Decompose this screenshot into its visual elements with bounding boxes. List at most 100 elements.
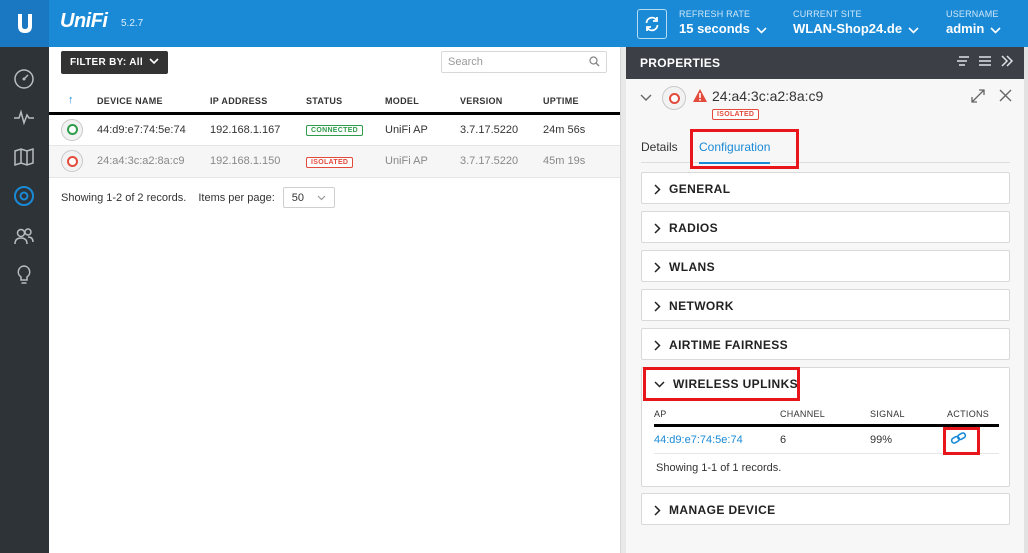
device-uptime: 24m 56s [543, 113, 620, 146]
tab-details[interactable]: Details [641, 140, 678, 154]
properties-title: PROPERTIES [640, 56, 721, 70]
devices-icon[interactable] [12, 184, 36, 208]
app-version: 5.2.7 [121, 18, 144, 29]
col-actions: ACTIONS [947, 405, 999, 427]
refresh-button[interactable] [637, 9, 667, 39]
chevron-down-icon [654, 380, 665, 388]
list-view-icon[interactable] [978, 55, 992, 70]
device-list-panel: FILTER BY: All ↑ DEVICE NAME IP ADDRESS … [49, 47, 620, 553]
clients-icon[interactable] [12, 224, 36, 248]
device-table: ↑ DEVICE NAME IP ADDRESS STATUS MODEL VE… [49, 80, 620, 178]
expand-icon[interactable] [971, 89, 985, 106]
statistics-icon[interactable] [12, 105, 36, 129]
section-network[interactable]: NETWORK [641, 289, 1010, 321]
section-label: RADIOS [669, 221, 719, 235]
collapse-panel-icon[interactable] [1000, 55, 1014, 70]
properties-tabs: Details Configuration [641, 133, 1010, 164]
section-toggle[interactable]: WIRELESS UPLINKS [654, 377, 798, 391]
chevron-down-icon[interactable] [640, 91, 652, 105]
ubiquiti-logo-icon[interactable] [0, 0, 49, 47]
main-sidebar [0, 47, 49, 553]
username-menu[interactable]: USERNAME admin [946, 9, 1001, 37]
dashboard-icon[interactable] [12, 67, 36, 91]
uplink-ap-link[interactable]: 44:d9:e7:74:5e:74 [654, 425, 780, 454]
device-summary: 24:a4:3c:a2:8a:c9 ISOLATED [626, 79, 1024, 127]
section-manage-device[interactable]: MANAGE DEVICE [641, 493, 1010, 525]
device-model: UniFi AP [385, 145, 460, 178]
table-row[interactable]: 44:d9:e7:74:5e:74 192.168.1.167 CONNECTE… [49, 113, 620, 146]
section-label: WIRELESS UPLINKS [673, 377, 799, 391]
device-status-icon [662, 86, 686, 110]
properties-scrollbar[interactable] [1024, 47, 1028, 553]
chevron-right-icon [654, 183, 661, 195]
chevron-down-icon [908, 22, 919, 37]
uplink-channel: 6 [780, 425, 870, 454]
section-wlans[interactable]: WLANS [641, 250, 1010, 282]
username-value: admin [946, 21, 985, 36]
device-version: 3.7.17.5220 [460, 145, 543, 178]
device-ip: 192.168.1.150 [210, 145, 306, 178]
link-icon[interactable] [950, 432, 967, 447]
username-caption: USERNAME [946, 9, 999, 19]
col-ap: AP [654, 405, 780, 427]
chevron-right-icon [654, 339, 661, 351]
search-input[interactable] [442, 52, 582, 72]
section-label: WLANS [669, 260, 715, 274]
compact-view-icon[interactable] [956, 55, 970, 70]
uplinks-records-count: Showing 1-1 of 1 records. [656, 462, 782, 474]
sort-icon[interactable]: ↑ [49, 80, 97, 115]
section-label: AIRTIME FAIRNESS [669, 338, 789, 352]
filter-button[interactable]: FILTER BY: All [61, 51, 168, 74]
insights-icon[interactable] [12, 263, 36, 287]
col-model[interactable]: MODEL [385, 80, 460, 115]
items-per-page-label: Items per page: [198, 191, 275, 204]
app-brand: UniFi [60, 10, 108, 32]
chevron-right-icon [654, 504, 661, 516]
col-ip-address[interactable]: IP ADDRESS [210, 80, 306, 115]
current-site-select[interactable]: CURRENT SITE WLAN-Shop24.de [793, 9, 919, 37]
chevron-down-icon [990, 22, 1001, 37]
map-icon[interactable] [12, 145, 36, 169]
table-row[interactable]: 24:a4:3c:a2:8a:c9 192.168.1.150 ISOLATED… [49, 145, 620, 178]
chevron-down-icon [756, 22, 767, 37]
refresh-rate-value: 15 seconds [679, 21, 750, 36]
status-badge: ISOLATED [712, 109, 760, 120]
device-toolbar: FILTER BY: All [49, 47, 620, 80]
items-per-page-select[interactable]: 50 [282, 187, 335, 208]
current-site-value: WLAN-Shop24.de [793, 21, 903, 36]
search-icon[interactable] [589, 56, 600, 70]
warning-icon [692, 88, 708, 106]
tab-configuration[interactable]: Configuration [699, 140, 771, 164]
search-box [441, 51, 607, 73]
device-name: 24:a4:3c:a2:8a:c9 [97, 145, 210, 178]
section-radios[interactable]: RADIOS [641, 211, 1010, 243]
section-label: NETWORK [669, 299, 734, 313]
col-signal: SIGNAL [870, 405, 947, 427]
chevron-right-icon [654, 261, 661, 273]
device-uptime: 45m 19s [543, 145, 620, 178]
device-status-icon [61, 118, 83, 141]
refresh-rate-select[interactable]: REFRESH RATE 15 seconds [679, 9, 767, 37]
col-device-name[interactable]: DEVICE NAME [97, 80, 210, 115]
filter-label: FILTER BY: All [70, 57, 143, 68]
section-general[interactable]: GENERAL [641, 172, 1010, 204]
col-status[interactable]: STATUS [306, 80, 385, 115]
section-wireless-uplinks: WIRELESS UPLINKS AP CHANNEL SIGNAL ACTIO… [641, 367, 1010, 487]
status-badge: CONNECTED [306, 125, 364, 136]
section-airtime-fairness[interactable]: AIRTIME FAIRNESS [641, 328, 1010, 360]
device-name: 44:d9:e7:74:5e:74 [97, 113, 210, 146]
chevron-right-icon [654, 300, 661, 312]
col-uptime[interactable]: UPTIME [543, 80, 620, 115]
close-icon[interactable] [999, 89, 1012, 106]
device-ip: 192.168.1.167 [210, 113, 306, 146]
properties-panel: PROPERTIES 24:a4:3c:a2:8a:c9 ISOLATED De… [626, 47, 1024, 553]
pagination: Showing 1-2 of 2 records. Items per page… [61, 187, 335, 208]
device-model: UniFi AP [385, 113, 460, 146]
chevron-right-icon [654, 222, 661, 234]
refresh-icon [645, 16, 659, 32]
table-row: 44:d9:e7:74:5e:74 6 99% [654, 425, 999, 454]
refresh-rate-caption: REFRESH RATE [679, 9, 751, 19]
status-badge: ISOLATED [306, 156, 354, 168]
col-version[interactable]: VERSION [460, 80, 543, 115]
section-label: GENERAL [669, 182, 731, 196]
